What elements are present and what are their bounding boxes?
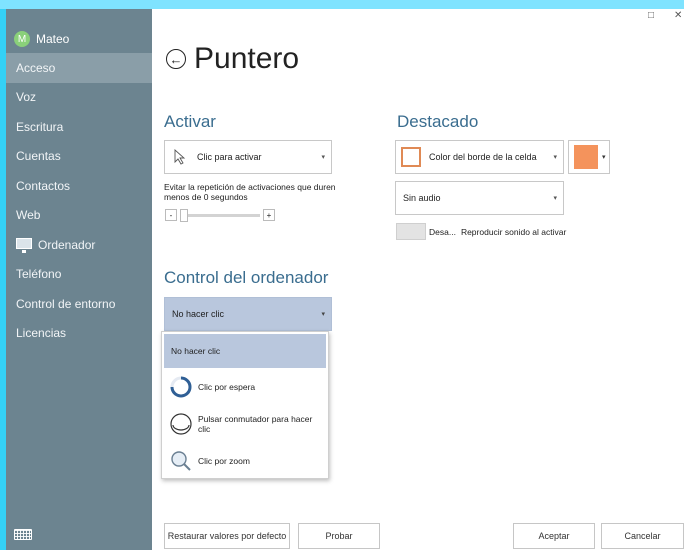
- sidebar-item-ordenador[interactable]: Ordenador: [6, 230, 152, 260]
- sound-toggle-description: Reproducir sonido al activar: [460, 226, 567, 237]
- magnifier-icon: [171, 451, 191, 471]
- increment-button[interactable]: +: [263, 209, 275, 221]
- avatar: M: [14, 31, 30, 47]
- close-icon[interactable]: ✕: [674, 10, 682, 21]
- audio-combo[interactable]: Sin audio ▾: [395, 181, 564, 215]
- click-mode-dropdown[interactable]: No hacer clic ▾: [164, 297, 332, 331]
- maximize-icon[interactable]: □: [648, 10, 654, 21]
- color-swatch: [574, 145, 598, 169]
- menu-item-clic-por-espera[interactable]: Clic por espera: [164, 370, 326, 404]
- sidebar-item-label: Control de entorno: [16, 296, 116, 311]
- decrement-button[interactable]: -: [165, 209, 177, 221]
- main-panel: □ ✕ ← Puntero Activar Clic para activar …: [152, 9, 684, 550]
- sidebar-item-licencias[interactable]: Licencias: [6, 319, 152, 349]
- sidebar-nav: Acceso Voz Escritura Cuentas Contactos W…: [6, 53, 152, 348]
- section-title-activar: Activar: [164, 112, 216, 131]
- repeat-slider: - +: [165, 208, 275, 222]
- section-title-destacado: Destacado: [397, 112, 479, 131]
- pointer-cursor-icon: [174, 149, 186, 165]
- switch-icon: [170, 413, 192, 435]
- sidebar-item-web[interactable]: Web: [6, 201, 152, 231]
- back-arrow-icon[interactable]: ←: [166, 49, 186, 69]
- sidebar-item-control-de-entorno[interactable]: Control de entorno: [6, 289, 152, 319]
- window-frame-top: [0, 0, 684, 9]
- section-title-control: Control del ordenador: [164, 268, 329, 287]
- sidebar-item-escritura[interactable]: Escritura: [6, 112, 152, 142]
- sidebar-item-label: Acceso: [16, 60, 56, 75]
- cancel-button[interactable]: Cancelar: [601, 523, 684, 549]
- sidebar-item-acceso[interactable]: Acceso: [6, 53, 152, 83]
- chevron-down-icon: ▾: [321, 154, 325, 161]
- sidebar-item-label: Cuentas: [16, 149, 61, 164]
- sidebar-item-label: Voz: [16, 90, 37, 105]
- menu-item-clic-por-zoom[interactable]: Clic por zoom: [164, 444, 326, 478]
- restore-defaults-button[interactable]: Restaurar valores por defecto: [164, 523, 290, 549]
- sidebar: M Mateo Acceso Voz Escritura Cuentas Con…: [6, 9, 152, 550]
- color-picker-button[interactable]: ▾: [568, 140, 610, 174]
- sidebar-item-cuentas[interactable]: Cuentas: [6, 142, 152, 172]
- keyboard-icon[interactable]: [14, 529, 32, 540]
- monitor-icon: [16, 237, 32, 253]
- activation-combo[interactable]: Clic para activar ▾: [164, 140, 332, 174]
- slider-thumb[interactable]: [180, 208, 188, 222]
- sound-toggle-state: Desa...: [429, 226, 456, 237]
- menu-item-pulsar-conmutador[interactable]: Pulsar conmutador para hacer clic: [164, 406, 326, 442]
- repeat-text: Evitar la repetición de activaciones que…: [164, 182, 336, 202]
- chevron-down-icon: ▾: [553, 195, 557, 202]
- sidebar-item-label: Licencias: [16, 326, 67, 341]
- sidebar-item-label: Escritura: [16, 119, 64, 134]
- highlight-combo-value: Color del borde de la celda: [429, 152, 537, 162]
- test-button[interactable]: Probar: [298, 523, 380, 549]
- highlight-combo[interactable]: Color del borde de la celda ▾: [395, 140, 564, 174]
- chevron-down-icon: ▾: [553, 154, 557, 161]
- sidebar-item-label: Web: [16, 208, 41, 223]
- chevron-down-icon: ▾: [602, 154, 606, 161]
- dwell-progress-icon: [170, 376, 192, 398]
- activation-combo-value: Clic para activar: [197, 152, 262, 162]
- audio-combo-value: Sin audio: [403, 193, 441, 203]
- sidebar-item-label: Ordenador: [38, 237, 96, 252]
- user-name: Mateo: [36, 32, 70, 46]
- menu-item-no-hacer-clic[interactable]: No hacer clic: [164, 334, 326, 368]
- slider-track[interactable]: [180, 208, 260, 222]
- sidebar-item-voz[interactable]: Voz: [6, 83, 152, 113]
- sound-toggle[interactable]: [396, 223, 426, 240]
- page-header: ← Puntero: [166, 42, 299, 76]
- accept-button[interactable]: Aceptar: [513, 523, 595, 549]
- click-mode-menu: No hacer clic Clic por espera Pulsar con…: [161, 331, 329, 479]
- page-title: Puntero: [194, 42, 300, 75]
- chevron-down-icon: ▾: [321, 311, 325, 318]
- sidebar-item-contactos[interactable]: Contactos: [6, 171, 152, 201]
- border-swatch-icon: [401, 147, 421, 167]
- sound-toggle-row: Desa... Reproducir sonido al activar: [396, 223, 566, 240]
- sidebar-item-label: Contactos: [16, 178, 71, 193]
- user-profile[interactable]: M Mateo: [14, 31, 69, 47]
- sidebar-item-label: Teléfono: [16, 267, 62, 282]
- sidebar-item-telefono[interactable]: Teléfono: [6, 260, 152, 290]
- click-mode-value: No hacer clic: [172, 309, 225, 319]
